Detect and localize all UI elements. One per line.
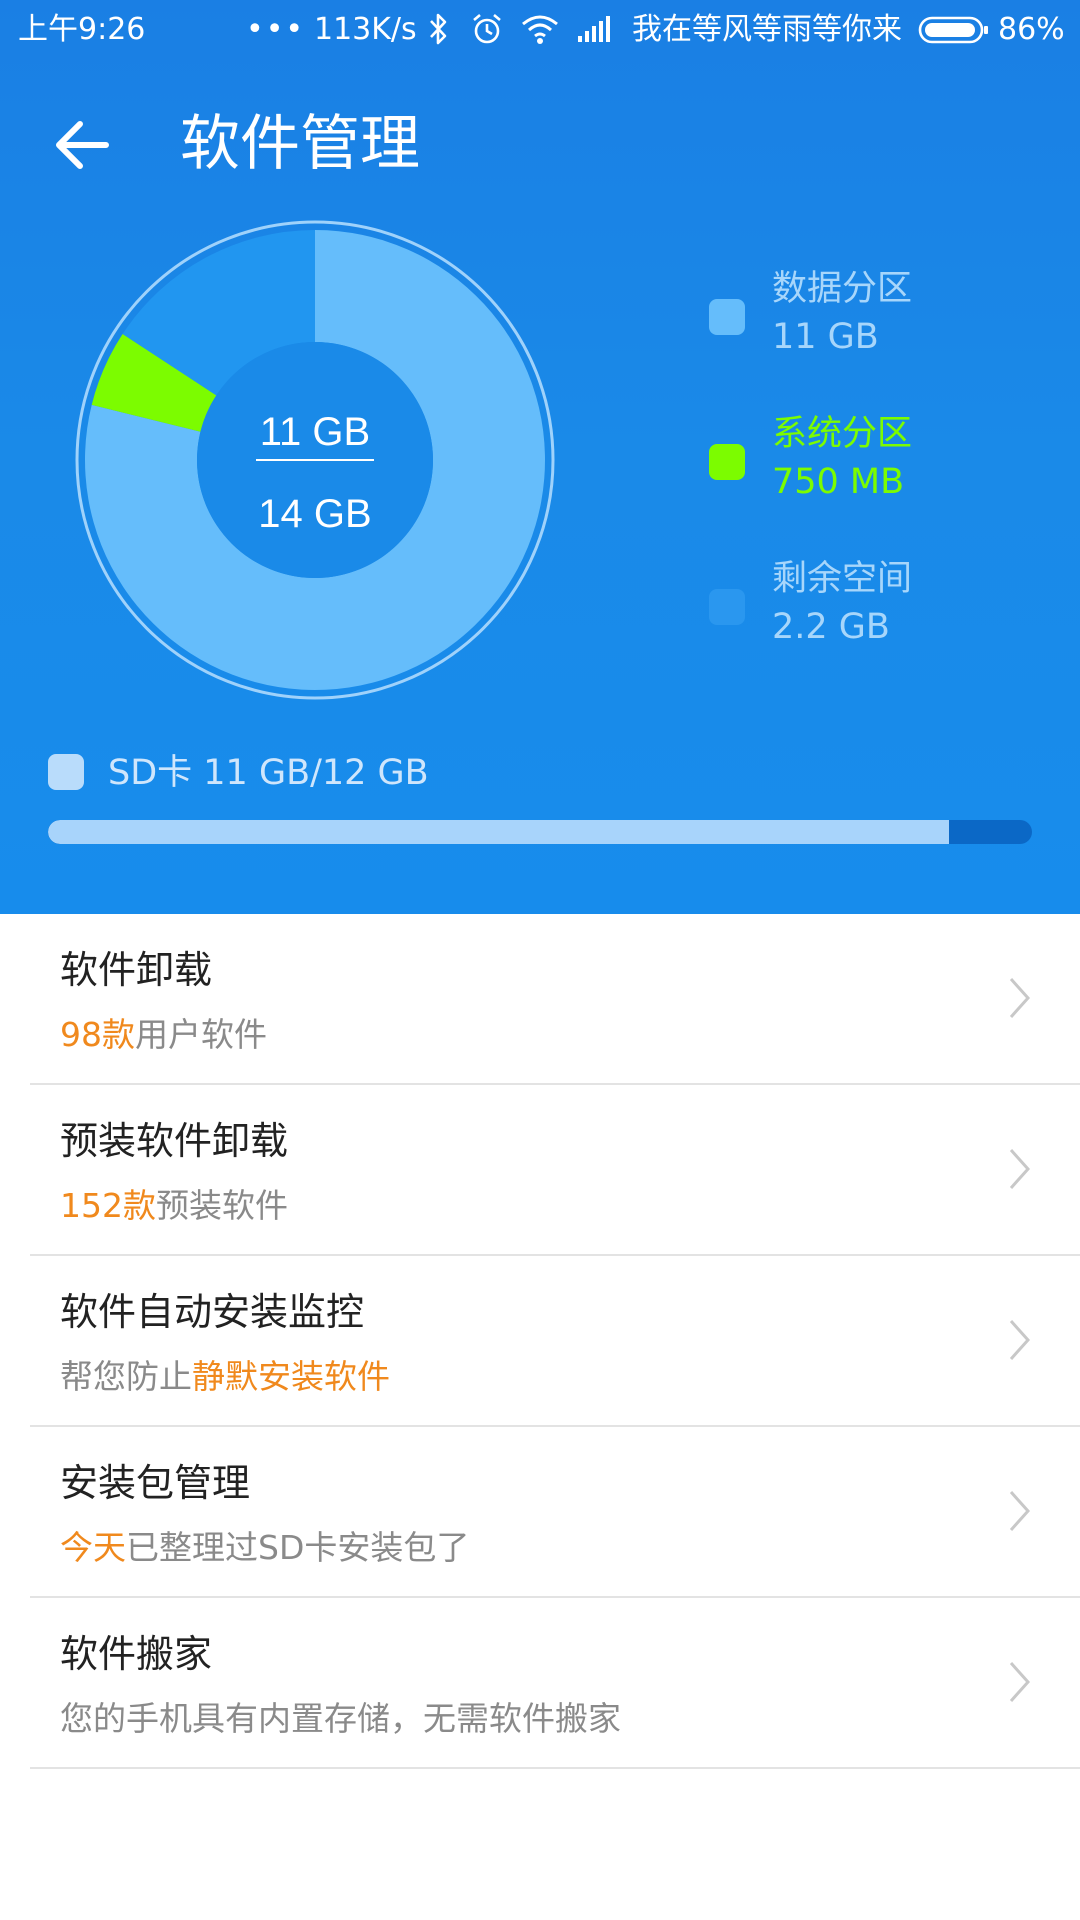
- signal-icon: [576, 12, 614, 54]
- legend-label: 剩余空间: [772, 559, 913, 599]
- status-net-speed: 113K/s: [314, 12, 417, 47]
- page-title: 软件管理: [180, 109, 420, 179]
- menu-item-app-move[interactable]: 软件搬家 您的手机具有内置存储，无需软件搬家: [30, 1598, 1080, 1769]
- storage-header: 上午9:26 ••• 113K/s 我在等风等雨等你来 86% 软件管理 11 …: [0, 0, 1080, 914]
- legend-swatch: [709, 299, 745, 335]
- menu-item-package-manager[interactable]: 安装包管理 今天已整理过SD卡安装包了: [30, 1427, 1080, 1598]
- menu-item-subtitle: 帮您防止静默安装软件: [60, 1357, 390, 1396]
- sd-card-label: SD卡 11 GB/12 GB: [108, 753, 429, 793]
- legend-value: 750 MB: [772, 462, 905, 502]
- legend-swatch: [709, 589, 745, 625]
- bluetooth-icon: [428, 12, 450, 54]
- status-bar: 上午9:26 ••• 113K/s 我在等风等雨等你来 86%: [0, 0, 1080, 60]
- back-arrow-icon[interactable]: [48, 110, 118, 180]
- sd-card-progress-bar: [48, 820, 1032, 844]
- status-more-dots: •••: [246, 12, 306, 47]
- menu-item-title: 软件搬家: [60, 1632, 213, 1676]
- chevron-right-icon: [1009, 977, 1031, 1019]
- chevron-right-icon: [1009, 1319, 1031, 1361]
- legend-value: 11 GB: [772, 317, 879, 357]
- menu-item-subtitle: 您的手机具有内置存储，无需软件搬家: [60, 1699, 621, 1738]
- legend-value: 2.2 GB: [772, 607, 890, 647]
- status-time: 上午9:26: [18, 12, 146, 47]
- menu-item-subtitle: 今天已整理过SD卡安装包了: [60, 1528, 470, 1567]
- menu-item-title: 软件卸载: [60, 948, 213, 992]
- legend-free-space: 剩余空间 2.2 GB: [706, 553, 1006, 653]
- status-battery-percent: 86%: [998, 12, 1065, 47]
- chevron-right-icon: [1009, 1490, 1031, 1532]
- menu-item-install-monitor[interactable]: 软件自动安装监控 帮您防止静默安装软件: [30, 1256, 1080, 1427]
- donut-total-label: 14 GB: [258, 492, 371, 536]
- menu-item-title: 安装包管理: [60, 1461, 251, 1505]
- menu-item-title: 软件自动安装监控: [60, 1290, 365, 1334]
- menu-list: 软件卸载 98款用户软件 预装软件卸载 152款预装软件 软件自动安装监控 帮您…: [0, 914, 1080, 1769]
- battery-icon: [918, 15, 990, 53]
- chevron-right-icon: [1009, 1148, 1031, 1190]
- menu-item-preinstalled-uninstall[interactable]: 预装软件卸载 152款预装软件: [30, 1085, 1080, 1256]
- sd-card-progress-fill: [48, 820, 950, 844]
- storage-donut-chart: 11 GB 14 GB: [70, 215, 560, 705]
- wifi-icon: [520, 12, 560, 54]
- sd-card-swatch: [48, 754, 84, 790]
- legend-label: 数据分区: [772, 269, 913, 309]
- menu-item-subtitle: 152款预装软件: [60, 1186, 288, 1225]
- app-bar: 软件管理: [0, 80, 1080, 210]
- legend-system-partition: 系统分区 750 MB: [706, 408, 1006, 508]
- donut-used-label: 11 GB: [260, 410, 370, 454]
- legend-label: 系统分区: [772, 414, 913, 454]
- menu-item-title: 预装软件卸载: [60, 1119, 289, 1163]
- status-carrier: 我在等风等雨等你来: [632, 12, 902, 47]
- legend-data-partition: 数据分区 11 GB: [706, 263, 1006, 363]
- chevron-right-icon: [1009, 1661, 1031, 1703]
- legend-swatch: [709, 444, 745, 480]
- menu-item-subtitle: 98款用户软件: [60, 1015, 267, 1054]
- alarm-icon: [470, 12, 504, 54]
- menu-item-app-uninstall[interactable]: 软件卸载 98款用户软件: [30, 914, 1080, 1085]
